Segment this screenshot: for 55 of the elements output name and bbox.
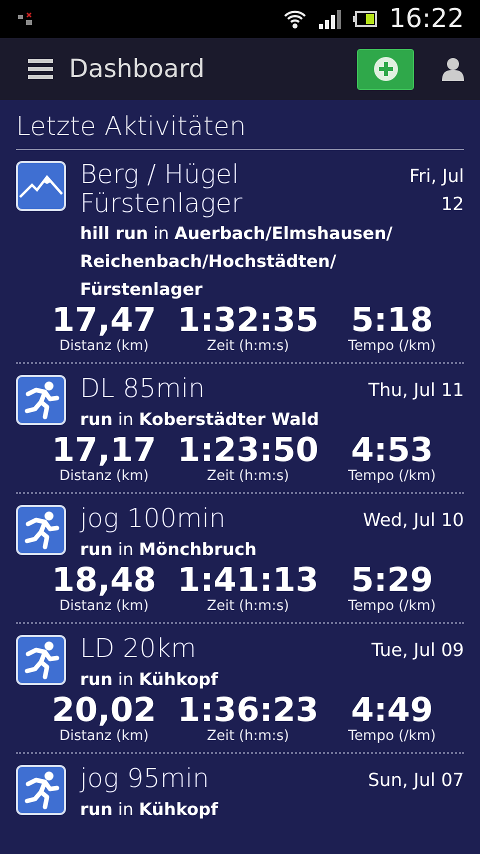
stat-value: 20,02 — [52, 692, 156, 728]
runner-icon — [16, 505, 66, 555]
activity-date: Sun, Jul 07 — [368, 769, 464, 793]
activity-date: Wed, Jul 10 — [362, 509, 464, 533]
stat-value: 5:29 — [350, 562, 434, 598]
activity-title: jog 95min — [80, 765, 210, 794]
stat-label: Tempo (/km) — [348, 728, 436, 744]
stat-label: Tempo (/km) — [348, 338, 436, 354]
add-button[interactable] — [357, 48, 414, 90]
stat-value: 1:36:23 — [177, 692, 319, 728]
activity-location: run in Kühkopf — [80, 669, 220, 692]
stat-label: Distanz (km) — [59, 728, 149, 744]
stat-value: 5:18 — [350, 302, 434, 338]
stat-value: 1:32:35 — [177, 302, 319, 338]
activity-title: DL 85min — [80, 375, 206, 404]
plus-icon — [374, 57, 398, 81]
activity-date: Thu, Jul 11 — [368, 379, 464, 403]
activity-title: Berg / Hügel Fürstenlager — [80, 161, 244, 219]
stat-label: Distanz (km) — [59, 338, 149, 354]
activity-location: run in Koberstädter Wald — [80, 409, 320, 432]
app-title: Dashboard — [69, 53, 205, 86]
runner-icon — [16, 765, 66, 815]
stat-label: Tempo (/km) — [348, 598, 436, 614]
activity-location: run in Mönchbruch — [80, 539, 258, 562]
activity-location: run in Kühkopf — [80, 799, 220, 822]
runner-icon — [16, 635, 66, 685]
activity-title: jog 100min — [80, 505, 227, 534]
stat-value: 17,17 — [52, 432, 156, 468]
stat-value: 4:49 — [350, 692, 434, 728]
stat-label: Zeit (h:m:s) — [206, 338, 290, 354]
activity-location: hill run in Auerbach/Elmshausen/ Reichenbach/Hochstädten/ Fürstenlager — [80, 223, 394, 302]
user-icon[interactable] — [442, 57, 464, 81]
notification-icon — [16, 12, 34, 26]
stat-label: Zeit (h:m:s) — [206, 598, 290, 614]
menu-icon[interactable] — [28, 59, 53, 79]
stat-label: Zeit (h:m:s) — [206, 468, 290, 484]
activity-date: Fri, Jul 12 — [408, 165, 464, 217]
stat-value: 18,48 — [52, 562, 156, 598]
stat-label: Tempo (/km) — [348, 468, 436, 484]
signal-icon — [319, 9, 342, 29]
stat-value: 1:41:13 — [177, 562, 319, 598]
mountain-icon — [16, 161, 66, 211]
stat-label: Zeit (h:m:s) — [206, 728, 290, 744]
stat-value: 4:53 — [350, 432, 434, 468]
stat-label: Distanz (km) — [59, 468, 149, 484]
stat-value: 17,47 — [52, 302, 156, 338]
stat-label: Distanz (km) — [59, 598, 149, 614]
wifi-icon — [283, 8, 308, 30]
clock: 16:22 — [389, 2, 464, 36]
activity-title: LD 20km — [80, 635, 198, 664]
battery-icon — [353, 11, 378, 27]
stat-value: 1:23:50 — [177, 432, 319, 468]
activity-date: Tue, Jul 09 — [371, 639, 464, 663]
section-title: Letzte Aktivitäten — [16, 111, 247, 144]
runner-icon — [16, 375, 66, 425]
